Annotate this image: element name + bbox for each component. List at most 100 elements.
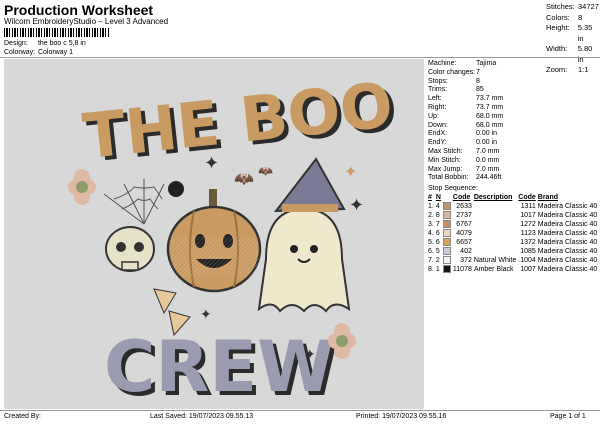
col-header: Code — [452, 194, 471, 201]
table-row: 7. 2 372 Natural White 1004 Madeira Classic 4… — [428, 256, 599, 265]
colorway-label: Colorway: — [4, 49, 36, 56]
zoom-value: 1:1 — [578, 65, 589, 74]
col-header: Code — [518, 194, 536, 201]
thread-code: 1311 — [520, 203, 536, 210]
summary-label: Colors: — [546, 12, 570, 22]
thread-brand: Madeira Classic 40 — [537, 266, 598, 273]
thread-code: 1272 — [520, 221, 536, 228]
color-description: Natural White — [473, 257, 517, 264]
color-swatch — [442, 238, 453, 247]
prop-label: EndY: — [428, 139, 447, 147]
summary-panel: Stitches: 34727 Colors: 8 Height: 5.35 in W… — [546, 2, 600, 76]
bat-icon: 🦇 — [234, 171, 254, 188]
thread-brand: Madeira Classic 40 — [537, 212, 598, 219]
table-header: # N Code Description Code Brand — [428, 193, 599, 202]
needle-number: 7 — [435, 221, 440, 228]
stop-number: 3. — [428, 221, 434, 228]
page-number: Page 1 of 1 — [550, 413, 586, 420]
design-row: Design: the boo c 5,8 in — [4, 40, 86, 47]
page-title: Production Worksheet — [4, 2, 154, 18]
prop-value: 0.00 in — [476, 139, 498, 147]
star-icon: ✦ — [200, 306, 212, 322]
col-header: Brand — [537, 194, 558, 201]
prop-label: Min Stitch: — [428, 156, 461, 164]
color-code: 2737 — [456, 212, 472, 219]
col-header: # — [428, 194, 432, 201]
thread-brand: Madeira Classic 40 — [537, 257, 598, 264]
prop-value: 85 — [476, 86, 484, 94]
star-icon: ✦ — [204, 153, 219, 173]
prop-label: Up: — [428, 112, 439, 120]
color-swatch — [442, 202, 453, 211]
prop-value: 7 — [476, 68, 480, 76]
color-swatch — [442, 256, 453, 265]
table-row: 4. 6 4079 1123 Madeira Classic 40 — [428, 229, 599, 238]
color-description — [474, 247, 518, 256]
machine-properties: Machine: Tajima Color changes: 7 Stops: 8 T… — [428, 60, 503, 183]
prop-value: 73.7 mm — [476, 103, 504, 111]
subtitle-main: CREW — [104, 326, 334, 408]
color-swatch-icon — [442, 247, 451, 256]
thread-brand: Madeira Classic 40 — [537, 230, 598, 237]
color-swatch-icon — [442, 256, 451, 265]
stop-number: 7. — [428, 257, 434, 264]
color-code: 11078 — [452, 266, 472, 273]
prop-value: 7.0 mm — [476, 147, 500, 155]
prop-label: Down: — [428, 121, 448, 129]
prop-label: Stops: — [428, 77, 448, 85]
needle-number: 2 — [435, 257, 440, 264]
color-swatch-icon — [442, 265, 451, 274]
color-description: Amber Black — [473, 266, 514, 273]
prop-label: Max Stitch: — [428, 147, 463, 155]
color-swatch-icon — [442, 229, 451, 238]
color-description — [474, 220, 518, 229]
skull-icon — [105, 226, 155, 272]
stop-number: 1. — [428, 203, 434, 210]
color-swatch — [442, 229, 453, 238]
color-swatch-icon — [442, 238, 451, 247]
color-code: 4079 — [456, 230, 472, 237]
needle-number: 1 — [435, 266, 440, 273]
color-description — [474, 229, 518, 238]
design-name: the boo c 5,8 in — [37, 40, 86, 47]
prop-label: Left: — [428, 95, 442, 103]
prop-value: 0.00 in — [476, 130, 498, 138]
printed-date: Printed: 19/07/2023 09.55.16 — [356, 413, 447, 420]
prop-value: 68.0 mm — [476, 121, 504, 129]
color-swatch-icon — [442, 202, 451, 211]
table-row: 2. 8 2737 1017 Madeira Classic 40 — [428, 211, 599, 220]
summary-label: Height: — [546, 23, 570, 32]
color-swatch — [442, 220, 453, 229]
prop-value: 7.0 mm — [476, 165, 500, 173]
stop-sequence-label: Stop Sequence: — [428, 185, 478, 192]
color-swatch — [442, 265, 453, 274]
height-value: 5.35 in — [577, 23, 593, 43]
table-row: 5. 6 6657 1372 Madeira Classic 40 — [428, 238, 599, 247]
color-description — [474, 202, 518, 211]
prop-value: Tajima — [476, 60, 497, 67]
barcode — [4, 28, 110, 37]
divider — [0, 57, 600, 58]
needle-number: 6 — [435, 230, 440, 237]
summary-label: Stitches: — [546, 2, 575, 11]
color-code: 6657 — [456, 239, 472, 246]
prop-label: Machine: — [428, 60, 457, 67]
prop-value: 68.0 mm — [476, 112, 504, 120]
divider — [0, 410, 600, 411]
prop-label: Total Bobbin: — [428, 174, 469, 182]
prop-label: Right: — [428, 103, 447, 111]
color-description — [474, 211, 518, 220]
stop-number: 4. — [428, 230, 434, 237]
summary-label: Width: — [546, 44, 568, 53]
thread-brand: Madeira Classic 40 — [537, 221, 598, 228]
needle-number: 8 — [435, 212, 440, 219]
crew-text: CREW CREW — [104, 326, 338, 412]
ghost-icon — [257, 157, 351, 313]
thread-code: 1085 — [520, 248, 536, 255]
prop-label: Trims: — [428, 86, 448, 94]
thread-code: 1372 — [520, 239, 536, 246]
color-swatch-icon — [442, 220, 451, 229]
last-saved: Last Saved: 19/07/2023 09.55.13 — [150, 413, 254, 420]
width-value: 5.80 in — [577, 44, 593, 64]
prop-value: 8 — [476, 77, 480, 85]
